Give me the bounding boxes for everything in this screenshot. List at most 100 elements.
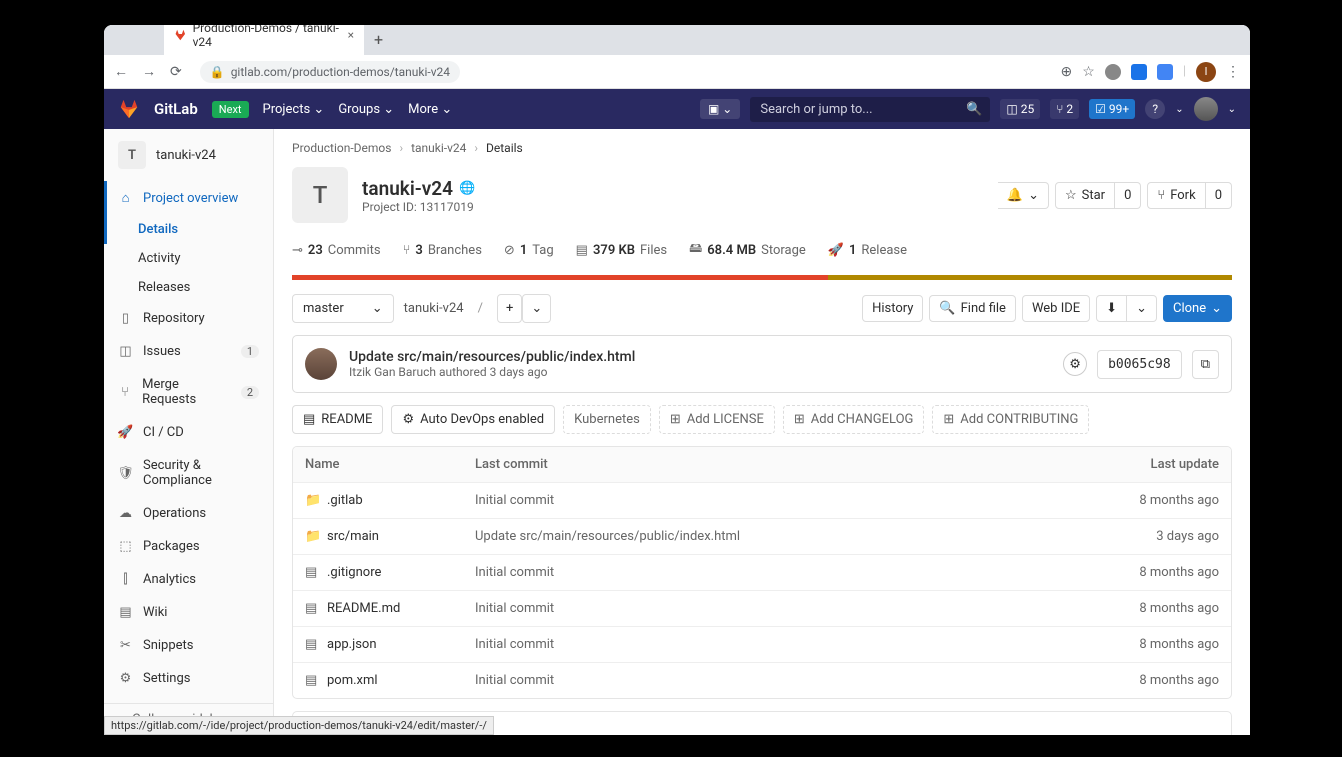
sidebar-item-wiki[interactable]: ▤Wiki xyxy=(104,596,273,629)
search-placeholder: Search or jump to... xyxy=(760,102,872,117)
sidebar-item-operations[interactable]: ☁Operations xyxy=(104,497,273,530)
language-bar[interactable] xyxy=(292,275,1232,280)
fork-button[interactable]: ⑂Fork xyxy=(1147,182,1205,209)
sidebar-item-packages[interactable]: ⬚Packages xyxy=(104,530,273,563)
stat-files[interactable]: ▤ 379 KB Files xyxy=(576,239,667,261)
sidebar-item-issues[interactable]: ◫Issues1 xyxy=(104,335,273,368)
notification-button[interactable]: 🔔 ⌄ xyxy=(998,182,1049,209)
project-sidebar: T tanuki-v24 ⌂ Project overview Details … xyxy=(104,129,274,735)
nav-groups[interactable]: Groups ⌄ xyxy=(338,102,394,117)
add-file-dropdown[interactable]: ⌄ xyxy=(522,294,551,323)
chip-autodevops[interactable]: ⚙Auto DevOps enabled xyxy=(391,405,555,434)
star-button[interactable]: ☆Star xyxy=(1055,182,1115,209)
gitlab-brand[interactable]: GitLab xyxy=(154,100,198,118)
sidebar-item-cicd[interactable]: 🚀CI / CD xyxy=(104,416,273,449)
forward-icon[interactable]: → xyxy=(142,63,156,80)
sidebar-sub-activity[interactable]: Activity xyxy=(104,244,273,273)
file-commit-msg[interactable]: Initial commit xyxy=(475,565,1099,580)
new-tab-button[interactable]: + xyxy=(364,25,393,55)
branch-select[interactable]: master⌄ xyxy=(292,294,394,323)
find-file-button[interactable]: 🔍Find file xyxy=(929,295,1016,322)
merge-icon: ⑂ xyxy=(118,385,132,400)
plus-dropdown[interactable]: ▣ ⌄ xyxy=(700,99,740,119)
star-count[interactable]: 0 xyxy=(1115,182,1141,209)
table-row[interactable]: ▤app.jsonInitial commit8 months ago xyxy=(293,627,1231,663)
web-ide-button[interactable]: Web IDE xyxy=(1022,295,1090,322)
path-root[interactable]: tanuki-v24 xyxy=(404,301,464,316)
nav-projects[interactable]: Projects ⌄ xyxy=(263,102,325,117)
extension-icon[interactable] xyxy=(1157,64,1173,80)
table-row[interactable]: ▤pom.xmlInitial commit8 months ago xyxy=(293,663,1231,698)
chip-kubernetes[interactable]: Kubernetes xyxy=(563,405,651,434)
chip-readme[interactable]: ▤README xyxy=(292,405,383,434)
file-commit-msg[interactable]: Initial commit xyxy=(475,601,1099,616)
stat-commits[interactable]: ⊸ 23 Commits xyxy=(292,239,381,261)
sidebar-item-analytics[interactable]: ⫿Analytics xyxy=(104,563,273,596)
fork-count[interactable]: 0 xyxy=(1206,182,1232,209)
profile-avatar[interactable]: I xyxy=(1196,62,1216,82)
zoom-icon[interactable]: ⊕ xyxy=(1061,64,1073,80)
sidebar-sub-releases[interactable]: Releases xyxy=(104,273,273,302)
todos-counter[interactable]: ☑ 99+ xyxy=(1089,99,1135,119)
last-commit-card: Update src/main/resources/public/index.h… xyxy=(292,335,1232,393)
sidebar-context[interactable]: T tanuki-v24 xyxy=(104,129,273,181)
chip-add-license[interactable]: ⊞Add LICENSE xyxy=(659,405,775,434)
sidebar-sub-details[interactable]: Details xyxy=(104,215,273,244)
sidebar-item-merge-requests[interactable]: ⑂Merge Requests2 xyxy=(104,368,273,416)
commit-author-avatar[interactable] xyxy=(305,348,337,380)
file-commit-msg[interactable]: Initial commit xyxy=(475,493,1099,508)
sidebar-item-repository[interactable]: ▯Repository xyxy=(104,302,273,335)
browser-tab[interactable]: Production-Demos / tanuki-v24 × xyxy=(164,25,364,55)
extension-icon[interactable] xyxy=(1105,64,1121,80)
file-commit-msg[interactable]: Initial commit xyxy=(475,673,1099,688)
sidebar-item-overview[interactable]: ⌂ Project overview xyxy=(104,181,273,215)
pipeline-status-icon[interactable]: ⚙ xyxy=(1063,352,1087,376)
sidebar-item-snippets[interactable]: ✂Snippets xyxy=(104,629,273,662)
status-bar-link: https://gitlab.com/-/ide/project/product… xyxy=(104,716,494,735)
stat-tags[interactable]: ⊘ 1 Tag xyxy=(504,239,554,261)
kebab-menu-icon[interactable]: ⋮ xyxy=(1226,64,1240,80)
copy-sha-button[interactable]: ⧉ xyxy=(1192,350,1219,379)
file-commit-msg[interactable]: Update src/main/resources/public/index.h… xyxy=(475,529,1099,544)
breadcrumb-root[interactable]: Production-Demos xyxy=(292,141,391,155)
gitlab-logo-icon[interactable] xyxy=(118,98,140,120)
download-button[interactable]: ⬇ xyxy=(1096,295,1127,322)
next-badge[interactable]: Next xyxy=(212,101,249,118)
user-avatar[interactable] xyxy=(1194,97,1218,121)
breadcrumb: Production-Demos › tanuki-v24 › Details xyxy=(292,129,1232,167)
stat-releases[interactable]: 🚀 1 Release xyxy=(828,239,907,261)
extension-icon[interactable] xyxy=(1131,64,1147,80)
bookmark-star-icon[interactable]: ☆ xyxy=(1082,64,1095,80)
stat-branches[interactable]: ⑂ 3 Branches xyxy=(403,239,482,261)
sidebar-item-security[interactable]: 🛡Security & Compliance xyxy=(104,449,273,497)
close-tab-icon[interactable]: × xyxy=(348,28,354,42)
sidebar-item-settings[interactable]: ⚙Settings xyxy=(104,662,273,695)
chip-add-contributing[interactable]: ⊞Add CONTRIBUTING xyxy=(932,405,1089,434)
mrs-counter[interactable]: ⑂ 2 xyxy=(1050,99,1079,119)
help-icon[interactable]: ? xyxy=(1145,99,1165,119)
file-date: 8 months ago xyxy=(1099,673,1219,688)
breadcrumb-project[interactable]: tanuki-v24 xyxy=(411,141,466,155)
table-row[interactable]: 📁src/mainUpdate src/main/resources/publi… xyxy=(293,519,1231,555)
table-row[interactable]: ▤.gitignoreInitial commit8 months ago xyxy=(293,555,1231,591)
nav-more[interactable]: More ⌄ xyxy=(408,102,452,117)
url-field[interactable]: 🔒 gitlab.com/production-demos/tanuki-v24 xyxy=(200,61,460,83)
clone-button[interactable]: Clone ⌄ xyxy=(1163,295,1232,322)
stat-storage[interactable]: 🖴 68.4 MB Storage xyxy=(689,239,806,261)
commit-title[interactable]: Update src/main/resources/public/index.h… xyxy=(349,349,635,365)
issues-counter[interactable]: ◫ 25 xyxy=(1000,99,1040,119)
global-search-input[interactable]: Search or jump to... 🔍 xyxy=(750,97,990,122)
tab-title: Production-Demos / tanuki-v24 xyxy=(193,25,342,49)
history-button[interactable]: History xyxy=(862,295,923,322)
download-dropdown[interactable]: ⌄ xyxy=(1127,295,1157,322)
file-commit-msg[interactable]: Initial commit xyxy=(475,637,1099,652)
star-icon: ☆ xyxy=(1065,188,1077,203)
back-icon[interactable]: ← xyxy=(114,63,128,80)
table-row[interactable]: ▤README.mdInitial commit8 months ago xyxy=(293,591,1231,627)
add-file-button[interactable]: + xyxy=(497,294,522,323)
reload-icon[interactable]: ⟳ xyxy=(170,64,182,80)
table-row[interactable]: 📁.gitlabInitial commit8 months ago xyxy=(293,483,1231,519)
file-name: app.json xyxy=(327,637,377,652)
commit-sha[interactable]: b0065c98 xyxy=(1097,350,1182,379)
chip-add-changelog[interactable]: ⊞Add CHANGELOG xyxy=(783,405,925,434)
